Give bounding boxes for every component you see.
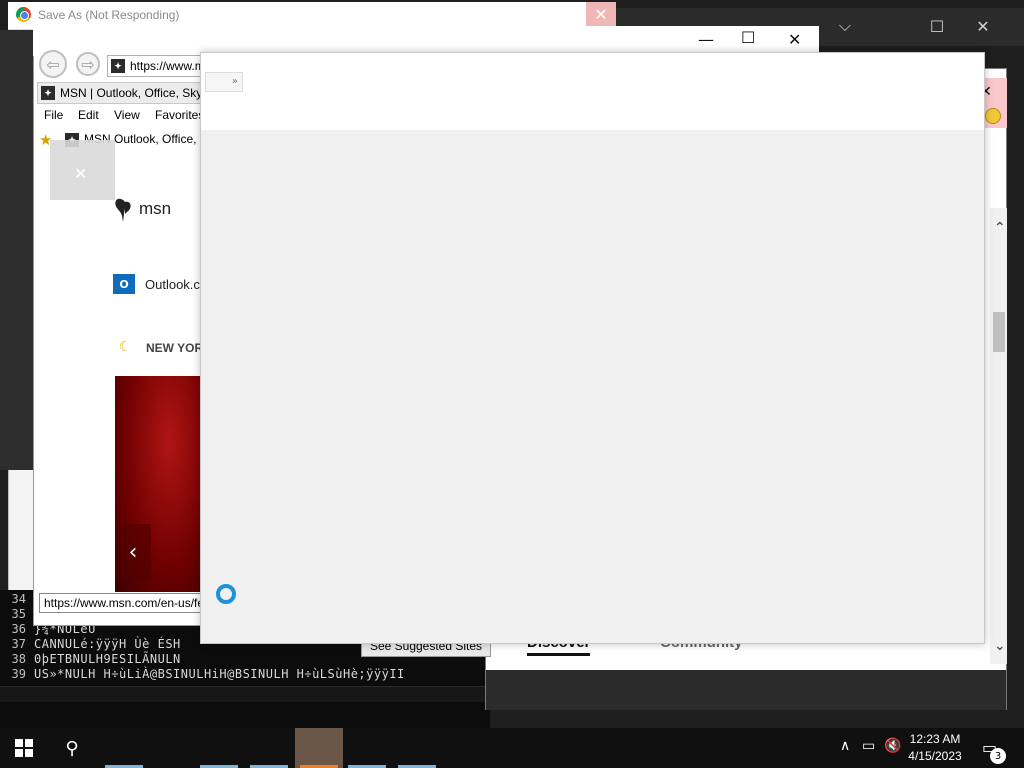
background-window-footer <box>486 670 1006 710</box>
close-glyph: ✕ <box>976 16 990 36</box>
vertical-scrollbar[interactable] <box>990 208 1007 664</box>
chrome-icon <box>16 7 31 22</box>
msn-logo-text: msn <box>139 199 172 218</box>
unresponsive-dialog <box>200 52 985 644</box>
close-icon[interactable]: ✕ <box>586 2 616 26</box>
tab-title: MSN | Outlook, Office, Skype, Bing, Brea… <box>60 86 206 100</box>
menu-edit[interactable]: Edit <box>78 108 99 122</box>
address-text: https://www.msn.com/en-us/ <box>130 59 206 73</box>
line-text: CANNULé:ÿÿÿH Ùè ÉSH <box>34 637 181 651</box>
msn-butterfly-icon <box>115 198 131 222</box>
menu-favorites[interactable]: Favorites <box>155 108 204 122</box>
loading-spinner-icon <box>216 584 236 604</box>
minimize-glyph: ⌵ <box>838 16 852 35</box>
dialog-header <box>201 53 984 130</box>
start-button[interactable] <box>0 728 48 768</box>
overflow-chevron-icon[interactable]: » <box>205 72 243 92</box>
address-bar[interactable]: ✦ https://www.msn.com/en-us/ <box>107 55 207 77</box>
console-horizontal-scrollbar[interactable] <box>0 686 490 702</box>
scroll-thumb[interactable] <box>993 312 1005 352</box>
back-glyph: ⇦ <box>46 54 60 74</box>
msn-favicon-icon: ✦ <box>41 86 55 100</box>
clock-time: 12:23 AM <box>909 732 961 746</box>
minimize-icon[interactable]: ⌵ <box>822 8 868 44</box>
line-number: 34 <box>11 592 26 606</box>
minimize-glyph: — <box>698 30 714 49</box>
clock-date: 4/15/2023 <box>908 749 962 763</box>
scroll-down-icon[interactable]: ⌄ <box>994 638 1006 654</box>
menu-view[interactable]: View <box>114 108 140 122</box>
show-hidden-icons-chevron-icon[interactable]: ∧ <box>840 738 850 754</box>
menu-bar: File Edit View Favorites <box>34 104 204 126</box>
notification-count-badge: 3 <box>990 748 1006 764</box>
menu-file[interactable]: File <box>44 108 63 122</box>
windows-logo-icon <box>15 739 33 757</box>
line-number: 37 <box>11 637 26 651</box>
console-line: 37 CANNULé:ÿÿÿH Ùè ÉSH <box>0 637 181 652</box>
carousel-prev-button[interactable]: ‹ <box>115 524 151 580</box>
window-title: Save As (Not Responding) <box>38 8 180 22</box>
browser-tab[interactable]: ✦ MSN | Outlook, Office, Skype, Bing, Br… <box>37 82 207 104</box>
line-number: 38 <box>11 652 26 666</box>
scroll-up-icon[interactable]: ⌃ <box>994 220 1006 236</box>
background-window-panel <box>8 470 34 590</box>
line-number: 36 <box>11 622 26 636</box>
close-icon[interactable]: ✕ <box>960 8 1006 44</box>
forward-glyph: ⇨ <box>81 54 95 74</box>
close-icon[interactable]: ✕ <box>780 30 810 50</box>
taskbar-clock[interactable]: 12:23 AM 4/15/2023 <box>895 731 975 767</box>
search-icon[interactable]: ⚲ <box>48 728 96 768</box>
console-line: 39 US»*NULH H÷ùLiÀ@BSINULHiH@BSINULH H÷ùL… <box>0 667 405 682</box>
background-window-edge <box>0 30 33 470</box>
maximize-glyph: ☐ <box>929 16 945 36</box>
minimize-icon[interactable]: — <box>690 30 720 50</box>
search-glyph: ⚲ <box>65 737 79 759</box>
moon-weather-icon: ☾ <box>119 339 132 355</box>
close-glyph: ✕ <box>788 30 802 49</box>
feedback-smiley-icon[interactable] <box>985 108 1001 124</box>
maximize-glyph: ☐ <box>741 28 756 47</box>
close-icon[interactable]: ✕ <box>74 164 87 183</box>
back-arrow-icon[interactable]: ⇦ <box>39 50 67 78</box>
outlook-icon[interactable]: O <box>113 274 135 294</box>
line-text: US»*NULH H÷ùLiÀ@BSINULHiH@BSINULH H÷ùLSù… <box>34 667 405 681</box>
line-text: 0þETBNULH9ESILÃNULN <box>34 652 181 666</box>
line-number: 39 <box>11 667 26 681</box>
console-line: 38 0þETBNULH9ESILÃNULN <box>0 652 181 667</box>
msn-favicon-icon: ✦ <box>111 59 125 73</box>
network-icon[interactable]: ▭ <box>862 738 875 754</box>
maximize-icon[interactable]: ☐ <box>735 28 765 50</box>
forward-arrow-icon[interactable]: ⇨ <box>76 52 100 76</box>
taskbar-app-active[interactable] <box>295 728 343 768</box>
console-line: 35 <box>0 607 34 622</box>
maximize-icon[interactable]: ☐ <box>914 8 960 44</box>
line-number: 35 <box>11 607 26 621</box>
console-line: 34 <box>0 592 34 607</box>
status-bar-url: https://www.msn.com/en-us/feed <box>39 593 225 613</box>
